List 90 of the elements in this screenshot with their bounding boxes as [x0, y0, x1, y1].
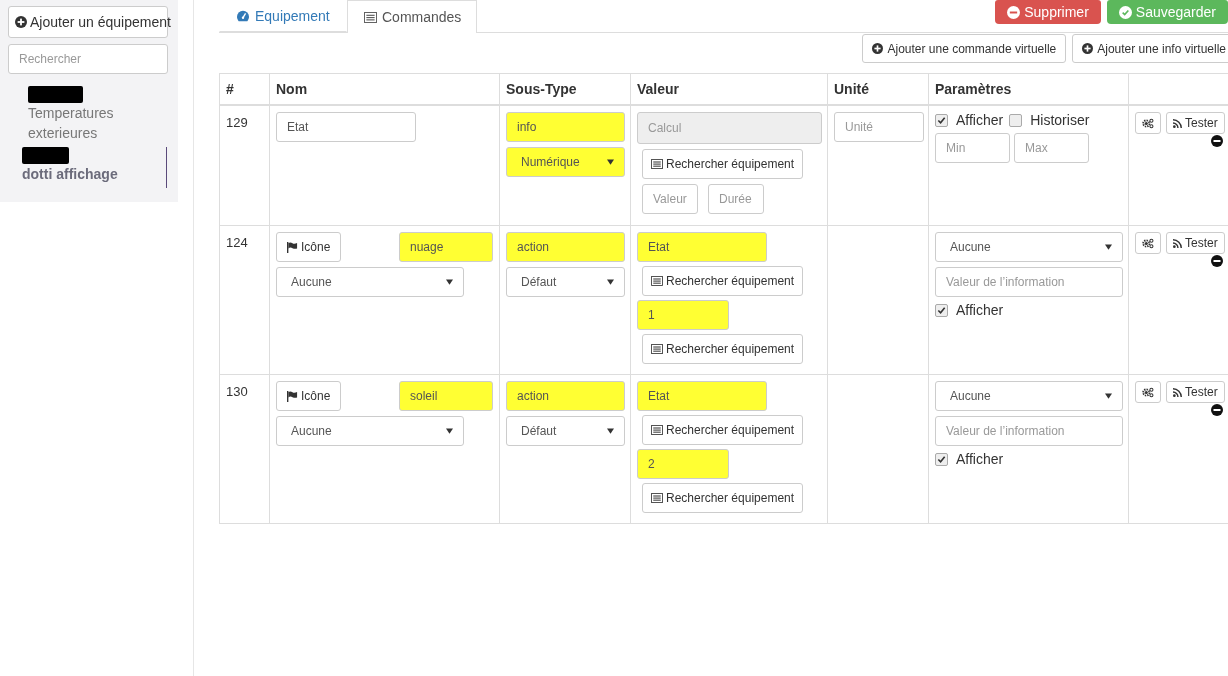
- sidebar-item[interactable]: dotti affichage: [8, 147, 167, 188]
- flag-icon: [287, 241, 298, 253]
- subtype-select[interactable]: Numérique: [506, 147, 625, 177]
- information-value-field[interactable]: Valeur de l’information: [935, 267, 1123, 297]
- caret-icon: [607, 279, 614, 285]
- rss-icon: [1173, 118, 1182, 128]
- settings-button[interactable]: [1135, 232, 1161, 254]
- test-button[interactable]: Tester: [1166, 112, 1225, 134]
- remove-icon[interactable]: [1211, 135, 1223, 147]
- search-equipment-button[interactable]: Rechercher équipement: [642, 149, 804, 179]
- subtype-select[interactable]: Défaut: [506, 267, 625, 297]
- checkbox[interactable]: [1009, 113, 1023, 127]
- search-equipment-button[interactable]: Rechercher équipement: [642, 334, 804, 364]
- value-field[interactable]: Etat: [637, 381, 767, 411]
- checkbox-label: Afficher: [956, 451, 1004, 467]
- checkbox-label: Historiser: [1030, 112, 1090, 128]
- list-icon: [651, 159, 663, 169]
- command-id: 130: [226, 384, 248, 399]
- icon-button[interactable]: Icône: [276, 381, 342, 411]
- unit-field[interactable]: Unité: [834, 112, 924, 142]
- gears-icon: [1142, 386, 1154, 398]
- flag-icon: [287, 390, 298, 402]
- column-header: Nom: [269, 73, 500, 105]
- duration-field[interactable]: Durée: [708, 184, 764, 214]
- add-virtual-button[interactable]: Ajouter une info virtuelle: [1072, 34, 1228, 63]
- search-equipment-button[interactable]: Rechercher équipement: [642, 266, 804, 296]
- value-field[interactable]: Etat: [637, 232, 767, 262]
- list-icon: [651, 493, 663, 503]
- caret-icon: [607, 159, 614, 165]
- checkbox[interactable]: [935, 113, 948, 127]
- list-icon: [364, 11, 377, 23]
- value-field[interactable]: Valeur: [642, 184, 698, 214]
- search-equipment-button[interactable]: Rechercher équipement: [642, 483, 804, 513]
- column-header: #: [219, 73, 270, 105]
- column-header: Valeur: [630, 73, 828, 105]
- rss-icon: [1173, 238, 1182, 248]
- command-id: 124: [226, 235, 248, 250]
- check-circle-icon: [1118, 5, 1132, 19]
- checkbox[interactable]: [935, 452, 948, 466]
- item-label: Temperatures exterieures: [28, 104, 115, 143]
- item-label: dotti affichage: [22, 165, 119, 184]
- tab[interactable]: Commandes: [347, 0, 477, 33]
- max-field[interactable]: Max: [1014, 133, 1089, 163]
- test-button[interactable]: Tester: [1166, 232, 1225, 254]
- plus-circle-icon: [15, 16, 27, 28]
- parameter-select[interactable]: Aucune: [935, 381, 1123, 411]
- gears-icon: [1142, 117, 1154, 129]
- column-header: Unité: [827, 73, 929, 105]
- value-field[interactable]: 1: [637, 300, 729, 330]
- checkbox-label: Afficher: [956, 302, 1004, 318]
- sidebar-item[interactable]: Temperatures exterieures: [8, 74, 167, 143]
- add-virtual-button[interactable]: Ajouter une commande virtuelle: [862, 34, 1067, 63]
- subtype-select[interactable]: Défaut: [506, 416, 625, 446]
- caret-icon: [607, 428, 614, 434]
- minus-circle-icon: [1007, 5, 1021, 19]
- list-icon: [651, 425, 663, 435]
- min-field[interactable]: Min: [935, 133, 1010, 163]
- name-field[interactable]: soleil: [399, 381, 493, 411]
- delete-button[interactable]: Supprimer: [995, 0, 1101, 24]
- settings-button[interactable]: [1135, 381, 1161, 403]
- caret-icon: [446, 279, 453, 285]
- parameter-select[interactable]: Aucune: [935, 232, 1123, 262]
- caret-icon: [446, 428, 453, 434]
- name-field[interactable]: nuage: [399, 232, 493, 262]
- checkbox[interactable]: [935, 303, 948, 317]
- caret-icon: [1105, 244, 1112, 250]
- caret-icon: [1105, 393, 1112, 399]
- generic-type-select[interactable]: Aucune: [276, 416, 464, 446]
- plus-circle-icon: [872, 43, 884, 54]
- remove-icon[interactable]: [1211, 404, 1223, 416]
- search-field[interactable]: Rechercher: [8, 44, 168, 74]
- plus-circle-icon: [1082, 43, 1094, 54]
- list-icon: [651, 344, 663, 354]
- column-header: Sous-Type: [499, 73, 631, 105]
- test-button[interactable]: Tester: [1166, 381, 1225, 403]
- command-id: 129: [226, 115, 248, 130]
- icon-button[interactable]: Icône: [276, 232, 342, 262]
- generic-type-select[interactable]: Aucune: [276, 267, 464, 297]
- gears-icon: [1142, 237, 1154, 249]
- column-header: Paramètres: [928, 73, 1129, 105]
- value-field[interactable]: 2: [637, 449, 729, 479]
- gauge-icon: [236, 10, 250, 22]
- name-field[interactable]: Etat: [276, 112, 416, 142]
- search-equipment-button[interactable]: Rechercher équipement: [642, 415, 804, 445]
- remove-icon[interactable]: [1211, 255, 1223, 267]
- checkbox-label: Afficher: [956, 112, 1004, 128]
- rss-icon: [1173, 387, 1182, 397]
- list-icon: [651, 276, 663, 286]
- settings-button[interactable]: [1135, 112, 1161, 134]
- information-value-field[interactable]: Valeur de l’information: [935, 416, 1123, 446]
